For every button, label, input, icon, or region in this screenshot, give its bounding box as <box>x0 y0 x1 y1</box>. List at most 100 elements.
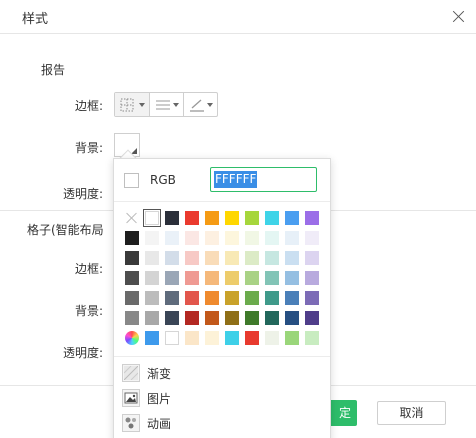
color-swatch[interactable] <box>165 271 179 285</box>
color-swatch[interactable] <box>285 311 299 325</box>
color-swatch[interactable] <box>265 291 279 305</box>
color-swatch[interactable] <box>185 251 199 265</box>
color-swatch[interactable] <box>305 251 319 265</box>
color-swatch[interactable] <box>245 291 259 305</box>
color-swatch[interactable] <box>205 331 219 345</box>
color-swatch[interactable] <box>245 251 259 265</box>
color-swatch[interactable] <box>165 231 179 245</box>
color-swatch[interactable] <box>305 291 319 305</box>
fill-option-animation[interactable]: 动画 <box>122 412 322 434</box>
color-swatch[interactable] <box>225 251 239 265</box>
color-swatch[interactable] <box>265 331 279 345</box>
color-swatch[interactable] <box>125 251 139 265</box>
report-border-label: 边框: <box>74 99 103 113</box>
color-swatch[interactable] <box>165 211 179 225</box>
color-swatch[interactable] <box>285 251 299 265</box>
color-swatch[interactable] <box>265 271 279 285</box>
color-swatch[interactable] <box>165 311 179 325</box>
color-swatch[interactable] <box>305 271 319 285</box>
color-swatch[interactable] <box>165 291 179 305</box>
hex-color-input[interactable]: FFFFFF <box>210 167 317 192</box>
border-style-icon <box>120 98 134 111</box>
color-swatch[interactable] <box>305 331 319 345</box>
color-swatch[interactable] <box>225 231 239 245</box>
cell-background-label: 背景: <box>74 304 103 318</box>
color-swatch[interactable] <box>205 271 219 285</box>
color-swatch[interactable] <box>145 291 159 305</box>
color-swatch[interactable] <box>145 271 159 285</box>
cell-opacity-label: 透明度: <box>62 346 103 360</box>
dialog-header: 样式 <box>0 0 476 34</box>
color-swatch[interactable] <box>225 271 239 285</box>
color-swatch[interactable] <box>125 291 139 305</box>
gradient-icon <box>122 364 140 382</box>
line-color-button[interactable] <box>183 93 217 116</box>
color-swatch[interactable] <box>145 251 159 265</box>
report-section-label: 报告 <box>41 63 66 77</box>
color-swatch[interactable] <box>145 231 159 245</box>
border-style-button[interactable] <box>115 93 149 116</box>
color-swatch[interactable] <box>205 231 219 245</box>
color-swatch[interactable] <box>225 331 239 345</box>
fill-option-image[interactable]: 图片 <box>122 387 322 409</box>
color-swatch[interactable] <box>285 231 299 245</box>
color-swatch[interactable] <box>245 231 259 245</box>
color-swatch[interactable] <box>225 291 239 305</box>
color-swatch[interactable] <box>285 211 299 225</box>
animation-icon <box>122 414 140 432</box>
color-swatch[interactable] <box>205 291 219 305</box>
color-swatch[interactable] <box>305 211 319 225</box>
color-swatch[interactable] <box>265 211 279 225</box>
color-swatch[interactable] <box>205 211 219 225</box>
color-swatch[interactable] <box>145 331 159 345</box>
color-swatch[interactable] <box>145 311 159 325</box>
color-swatch[interactable] <box>225 211 239 225</box>
color-swatch-selected[interactable] <box>143 209 161 227</box>
color-swatch[interactable] <box>185 291 199 305</box>
color-swatch[interactable] <box>245 211 259 225</box>
chevron-down-icon <box>139 103 145 107</box>
cell-border-label: 边框: <box>74 262 103 276</box>
fill-option-label: 图片 <box>147 391 172 406</box>
color-swatch[interactable] <box>185 331 199 345</box>
color-swatch[interactable] <box>165 251 179 265</box>
color-wheel-icon[interactable] <box>125 331 139 345</box>
line-style-icon <box>156 100 170 109</box>
color-swatch[interactable] <box>185 211 199 225</box>
color-swatch[interactable] <box>185 231 199 245</box>
color-picker-popup: RGB FFFFFF 渐变 图片 动画 <box>113 158 331 438</box>
color-swatch[interactable] <box>245 271 259 285</box>
color-swatch[interactable] <box>265 251 279 265</box>
no-color-icon[interactable] <box>125 211 139 225</box>
color-swatch[interactable] <box>185 271 199 285</box>
color-swatch[interactable] <box>125 231 139 245</box>
color-swatch[interactable] <box>165 331 179 345</box>
color-swatch[interactable] <box>125 311 139 325</box>
color-swatch[interactable] <box>305 231 319 245</box>
color-swatch[interactable] <box>305 311 319 325</box>
color-swatch[interactable] <box>185 311 199 325</box>
dialog-title: 样式 <box>22 12 49 27</box>
cell-section-label: 格子(智能布局 <box>27 223 104 237</box>
color-swatch[interactable] <box>285 331 299 345</box>
fill-option-label: 渐变 <box>147 366 172 381</box>
cancel-button[interactable]: 取消 <box>377 401 446 425</box>
close-icon[interactable] <box>450 8 468 26</box>
color-swatch[interactable] <box>265 311 279 325</box>
color-swatch[interactable] <box>265 231 279 245</box>
fill-option-label: 动画 <box>147 416 172 431</box>
color-swatch[interactable] <box>285 271 299 285</box>
color-swatch[interactable] <box>245 331 259 345</box>
color-swatch[interactable] <box>285 291 299 305</box>
color-swatch[interactable] <box>225 311 239 325</box>
color-swatch[interactable] <box>205 251 219 265</box>
color-swatch[interactable] <box>125 271 139 285</box>
fill-option-gradient[interactable]: 渐变 <box>122 362 322 384</box>
report-background-label: 背景: <box>74 141 103 155</box>
line-color-icon <box>190 99 204 112</box>
color-swatch[interactable] <box>245 311 259 325</box>
rgb-checkbox[interactable] <box>124 173 139 188</box>
chevron-down-icon <box>173 103 179 107</box>
line-style-button[interactable] <box>149 93 183 116</box>
color-swatch[interactable] <box>205 311 219 325</box>
